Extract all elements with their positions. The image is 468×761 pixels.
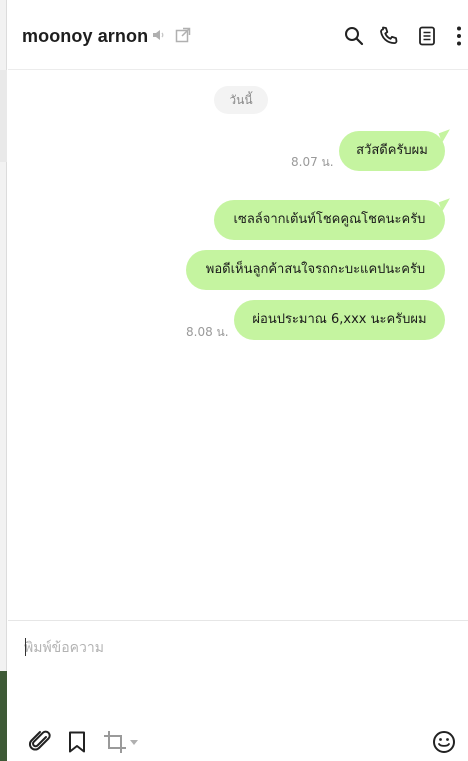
- more-icon[interactable]: [447, 24, 468, 48]
- chevron-down-icon[interactable]: [130, 740, 138, 746]
- bookmark-icon[interactable]: [64, 729, 90, 755]
- composer: [8, 620, 468, 761]
- attach-icon[interactable]: [28, 729, 54, 755]
- sidebar-selected-row: [0, 70, 7, 162]
- message-input[interactable]: [24, 635, 444, 661]
- date-chip: วันนี้: [214, 86, 268, 114]
- sidebar-footer: [0, 671, 7, 761]
- sidebar-edge: [0, 0, 7, 761]
- search-icon[interactable]: [342, 24, 366, 48]
- external-window-icon[interactable]: [174, 26, 192, 44]
- message-bubble[interactable]: พอดีเห็นลูกค้าสนใจรถกะบะแคปนะครับ: [186, 250, 445, 290]
- text-caret: [25, 638, 26, 656]
- message-bubble[interactable]: ผ่อนประมาณ 6,xxx นะครับผม: [234, 300, 445, 340]
- emoji-icon[interactable]: [431, 729, 457, 755]
- phone-icon[interactable]: [377, 24, 401, 48]
- message-list: วันนี้ 8.07 น. สวัสดีครับผม เซลล์จากเต้น…: [8, 70, 468, 620]
- crop-icon[interactable]: [102, 729, 128, 755]
- message-time: 8.07 น.: [291, 155, 334, 169]
- message-bubble[interactable]: สวัสดีครับผม: [339, 131, 445, 171]
- notes-icon[interactable]: [415, 24, 439, 48]
- message-time: 8.08 น.: [186, 325, 229, 339]
- message-bubble[interactable]: เซลล์จากเต้นท์โชคคูณโชคนะครับ: [214, 200, 445, 240]
- mute-icon[interactable]: [150, 26, 168, 44]
- chat-title: moonoy arnon: [22, 26, 149, 46]
- chat-header: moonoy arnon: [8, 0, 468, 70]
